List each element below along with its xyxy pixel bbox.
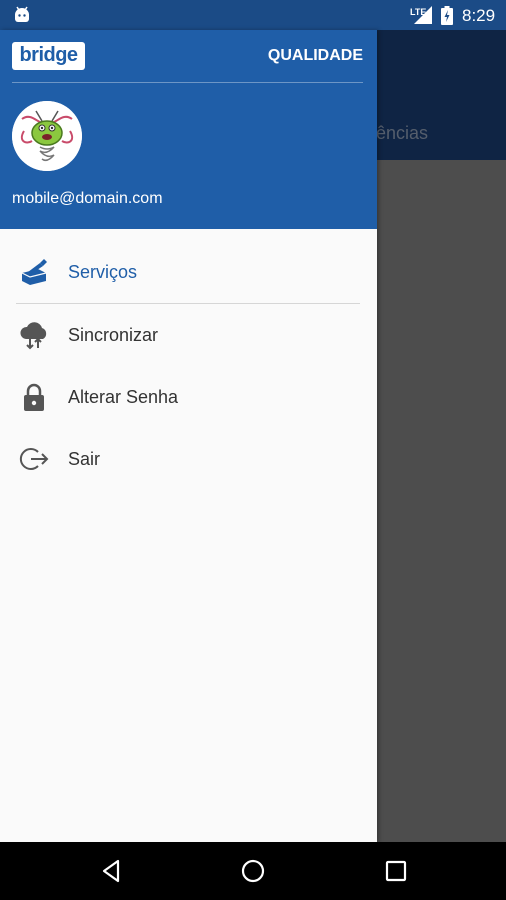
- status-bar: LTE 8:29: [0, 0, 506, 30]
- navigation-drawer: bridge QUALIDADE mobile@domain.com Servi…: [0, 30, 377, 842]
- system-nav-bar: [0, 842, 506, 900]
- lock-icon: [24, 383, 44, 411]
- menu-item-label: Alterar Senha: [68, 387, 179, 407]
- background-tab-label: ências: [376, 123, 429, 143]
- recents-icon[interactable]: [383, 858, 409, 884]
- app-title: QUALIDADE: [267, 47, 363, 64]
- services-icon: [21, 259, 47, 285]
- back-icon[interactable]: [98, 858, 124, 884]
- avatar[interactable]: [12, 101, 82, 171]
- menu-item-label: Serviços: [68, 262, 138, 282]
- logout-icon: [19, 448, 49, 470]
- menu-item-sair[interactable]: Sair: [0, 428, 377, 490]
- home-icon[interactable]: [240, 858, 266, 884]
- cloud-sync-icon: [20, 322, 47, 350]
- menu-item-label: Sair: [68, 449, 101, 469]
- menu-item-servicos[interactable]: Serviços: [0, 229, 377, 303]
- status-time: 8:29: [462, 6, 496, 25]
- battery-icon: [441, 6, 453, 25]
- signal-icon: [414, 6, 432, 24]
- menu-item-label: Sincronizar: [68, 325, 159, 345]
- user-email: mobile@domain.com: [12, 190, 163, 207]
- menu-item-sincronizar[interactable]: Sincronizar: [0, 304, 377, 366]
- bug-mascot-icon: [12, 101, 82, 171]
- header-divider: [12, 82, 363, 83]
- menu-item-alterar-senha[interactable]: Alterar Senha: [0, 366, 377, 428]
- drawer-header: bridge QUALIDADE mobile@domain.com: [0, 30, 377, 229]
- android-notification-icon: [15, 6, 29, 22]
- drawer-menu: Serviços Sincronizar Alterar Senha Sair: [0, 229, 377, 490]
- bridge-logo: bridge: [12, 42, 85, 70]
